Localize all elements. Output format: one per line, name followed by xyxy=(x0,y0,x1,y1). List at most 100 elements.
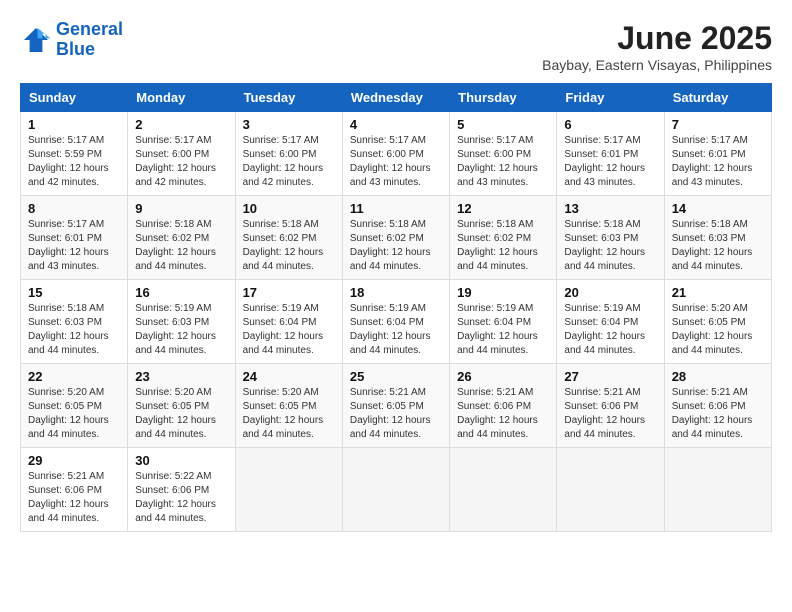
calendar-cell: 11 Sunrise: 5:18 AMSunset: 6:02 PMDayligh… xyxy=(342,196,449,280)
day-number: 9 xyxy=(135,201,227,216)
calendar-week-row: 8 Sunrise: 5:17 AMSunset: 6:01 PMDaylight… xyxy=(21,196,772,280)
calendar-week-row: 1 Sunrise: 5:17 AMSunset: 5:59 PMDaylight… xyxy=(21,112,772,196)
day-info: Sunrise: 5:18 AMSunset: 6:02 PMDaylight:… xyxy=(457,218,549,274)
calendar-week-row: 22 Sunrise: 5:20 AMSunset: 6:05 PMDayligh… xyxy=(21,364,772,448)
day-number: 26 xyxy=(457,369,549,384)
day-number: 24 xyxy=(243,369,335,384)
calendar-cell: 1 Sunrise: 5:17 AMSunset: 5:59 PMDaylight… xyxy=(21,112,128,196)
calendar-cell: 10 Sunrise: 5:18 AMSunset: 6:02 PMDayligh… xyxy=(235,196,342,280)
day-number: 18 xyxy=(350,285,442,300)
calendar-cell: 19Sunrise: 5:19 AMSunset: 6:04 PMDayligh… xyxy=(450,280,557,364)
day-number: 22 xyxy=(28,369,120,384)
column-header-sunday: Sunday xyxy=(21,84,128,112)
day-info: Sunrise: 5:17 AMSunset: 5:59 PMDaylight:… xyxy=(28,134,120,190)
day-info: Sunrise: 5:17 AMSunset: 6:01 PMDaylight:… xyxy=(28,218,120,274)
day-info: Sunrise: 5:18 AMSunset: 6:02 PMDaylight:… xyxy=(135,218,227,274)
page-header: General Blue June 2025 Baybay, Eastern V… xyxy=(20,20,772,73)
calendar-cell: 25 Sunrise: 5:21 AMSunset: 6:05 PMDayligh… xyxy=(342,364,449,448)
calendar-cell: 24 Sunrise: 5:20 AMSunset: 6:05 PMDayligh… xyxy=(235,364,342,448)
title-block: June 2025 Baybay, Eastern Visayas, Phili… xyxy=(542,20,772,73)
calendar-cell: 27 Sunrise: 5:21 AMSunset: 6:06 PMDayligh… xyxy=(557,364,664,448)
day-info: Sunrise: 5:17 AMSunset: 6:01 PMDaylight:… xyxy=(672,134,764,190)
day-info: Sunrise: 5:17 AMSunset: 6:00 PMDaylight:… xyxy=(350,134,442,190)
day-number: 20 xyxy=(564,285,656,300)
calendar-cell: 17 Sunrise: 5:19 AMSunset: 6:04 PMDayligh… xyxy=(235,280,342,364)
calendar-cell: 7 Sunrise: 5:17 AMSunset: 6:01 PMDaylight… xyxy=(664,112,771,196)
day-info: Sunrise: 5:18 AMSunset: 6:03 PMDaylight:… xyxy=(564,218,656,274)
calendar-cell: 8 Sunrise: 5:17 AMSunset: 6:01 PMDaylight… xyxy=(21,196,128,280)
day-info: Sunrise: 5:20 AMSunset: 6:05 PMDaylight:… xyxy=(28,386,120,442)
column-header-tuesday: Tuesday xyxy=(235,84,342,112)
calendar-cell: 3Sunrise: 5:17 AMSunset: 6:00 PMDaylight… xyxy=(235,112,342,196)
day-info: Sunrise: 5:17 AMSunset: 6:00 PMDaylight:… xyxy=(457,134,549,190)
day-info: Sunrise: 5:18 AMSunset: 6:02 PMDaylight:… xyxy=(243,218,335,274)
column-header-monday: Monday xyxy=(128,84,235,112)
calendar-cell: 15Sunrise: 5:18 AMSunset: 6:03 PMDayligh… xyxy=(21,280,128,364)
column-header-friday: Friday xyxy=(557,84,664,112)
day-number: 11 xyxy=(350,201,442,216)
day-number: 1 xyxy=(28,117,120,132)
calendar-cell: 16 Sunrise: 5:19 AMSunset: 6:03 PMDayligh… xyxy=(128,280,235,364)
calendar-cell: 20 Sunrise: 5:19 AMSunset: 6:04 PMDayligh… xyxy=(557,280,664,364)
day-info: Sunrise: 5:21 AMSunset: 6:06 PMDaylight:… xyxy=(457,386,549,442)
location-subtitle: Baybay, Eastern Visayas, Philippines xyxy=(542,57,772,73)
day-number: 25 xyxy=(350,369,442,384)
calendar-cell: 23 Sunrise: 5:20 AMSunset: 6:05 PMDayligh… xyxy=(128,364,235,448)
day-info: Sunrise: 5:21 AMSunset: 6:06 PMDaylight:… xyxy=(564,386,656,442)
day-number: 4 xyxy=(350,117,442,132)
calendar-cell: 29 Sunrise: 5:21 AMSunset: 6:06 PMDayligh… xyxy=(21,448,128,532)
day-info: Sunrise: 5:17 AMSunset: 6:00 PMDaylight:… xyxy=(243,134,335,190)
day-info: Sunrise: 5:22 AMSunset: 6:06 PMDaylight:… xyxy=(135,470,227,526)
day-number: 19 xyxy=(457,285,549,300)
calendar-cell xyxy=(664,448,771,532)
calendar-cell xyxy=(342,448,449,532)
day-info: Sunrise: 5:18 AMSunset: 6:02 PMDaylight:… xyxy=(350,218,442,274)
calendar-header-row: SundayMondayTuesdayWednesdayThursdayFrid… xyxy=(21,84,772,112)
day-info: Sunrise: 5:19 AMSunset: 6:04 PMDaylight:… xyxy=(564,302,656,358)
logo-icon xyxy=(20,24,52,56)
day-number: 17 xyxy=(243,285,335,300)
day-info: Sunrise: 5:19 AMSunset: 6:04 PMDaylight:… xyxy=(243,302,335,358)
day-info: Sunrise: 5:21 AMSunset: 6:05 PMDaylight:… xyxy=(350,386,442,442)
day-number: 10 xyxy=(243,201,335,216)
day-number: 5 xyxy=(457,117,549,132)
calendar-cell xyxy=(450,448,557,532)
day-info: Sunrise: 5:19 AMSunset: 6:03 PMDaylight:… xyxy=(135,302,227,358)
day-info: Sunrise: 5:21 AMSunset: 6:06 PMDaylight:… xyxy=(672,386,764,442)
calendar-cell xyxy=(557,448,664,532)
day-info: Sunrise: 5:18 AMSunset: 6:03 PMDaylight:… xyxy=(28,302,120,358)
column-header-thursday: Thursday xyxy=(450,84,557,112)
day-info: Sunrise: 5:20 AMSunset: 6:05 PMDaylight:… xyxy=(135,386,227,442)
calendar-cell: 14 Sunrise: 5:18 AMSunset: 6:03 PMDayligh… xyxy=(664,196,771,280)
calendar-cell: 2Sunrise: 5:17 AMSunset: 6:00 PMDaylight… xyxy=(128,112,235,196)
day-number: 8 xyxy=(28,201,120,216)
day-number: 7 xyxy=(672,117,764,132)
day-info: Sunrise: 5:17 AMSunset: 6:01 PMDaylight:… xyxy=(564,134,656,190)
calendar-week-row: 15Sunrise: 5:18 AMSunset: 6:03 PMDayligh… xyxy=(21,280,772,364)
calendar-cell: 6 Sunrise: 5:17 AMSunset: 6:01 PMDaylight… xyxy=(557,112,664,196)
day-number: 29 xyxy=(28,453,120,468)
day-number: 16 xyxy=(135,285,227,300)
calendar-cell: 21Sunrise: 5:20 AMSunset: 6:05 PMDayligh… xyxy=(664,280,771,364)
day-number: 30 xyxy=(135,453,227,468)
logo-text: General Blue xyxy=(56,20,123,60)
calendar-cell: 18 Sunrise: 5:19 AMSunset: 6:04 PMDayligh… xyxy=(342,280,449,364)
day-number: 6 xyxy=(564,117,656,132)
day-number: 23 xyxy=(135,369,227,384)
day-info: Sunrise: 5:19 AMSunset: 6:04 PMDaylight:… xyxy=(350,302,442,358)
month-year-title: June 2025 xyxy=(542,20,772,57)
day-number: 28 xyxy=(672,369,764,384)
calendar-table: SundayMondayTuesdayWednesdayThursdayFrid… xyxy=(20,83,772,532)
day-number: 13 xyxy=(564,201,656,216)
day-number: 14 xyxy=(672,201,764,216)
day-number: 27 xyxy=(564,369,656,384)
calendar-cell: 22 Sunrise: 5:20 AMSunset: 6:05 PMDayligh… xyxy=(21,364,128,448)
day-info: Sunrise: 5:18 AMSunset: 6:03 PMDaylight:… xyxy=(672,218,764,274)
day-info: Sunrise: 5:21 AMSunset: 6:06 PMDaylight:… xyxy=(28,470,120,526)
column-header-saturday: Saturday xyxy=(664,84,771,112)
day-info: Sunrise: 5:20 AMSunset: 6:05 PMDaylight:… xyxy=(243,386,335,442)
day-number: 21 xyxy=(672,285,764,300)
calendar-cell: 28 Sunrise: 5:21 AMSunset: 6:06 PMDayligh… xyxy=(664,364,771,448)
column-header-wednesday: Wednesday xyxy=(342,84,449,112)
day-number: 12 xyxy=(457,201,549,216)
